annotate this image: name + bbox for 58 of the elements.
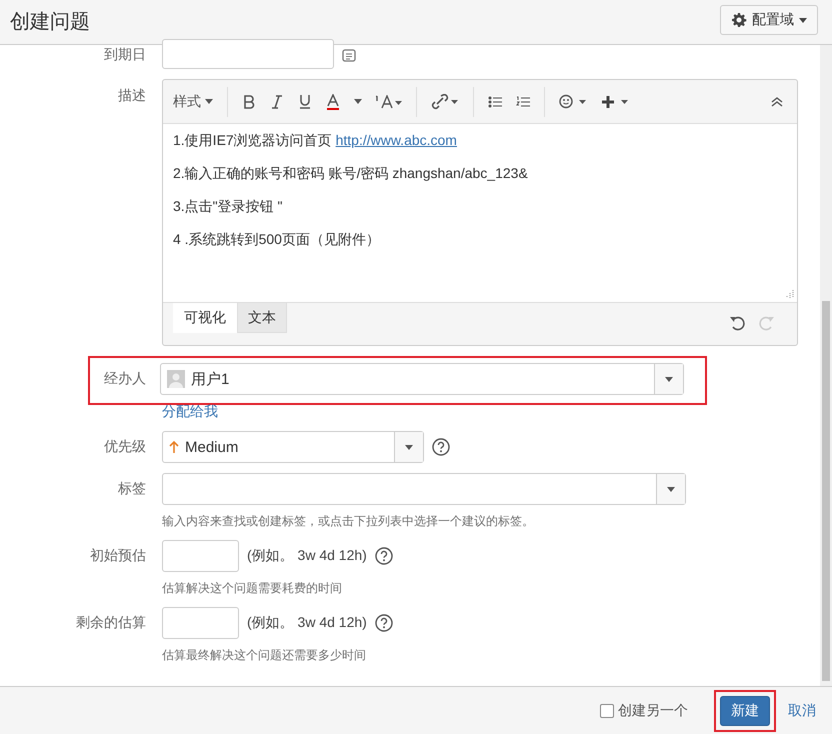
caret-icon: [405, 444, 413, 450]
priority-select[interactable]: Medium: [162, 431, 424, 463]
font-size-icon[interactable]: [376, 94, 402, 108]
assign-to-me-link[interactable]: 分配给我: [162, 403, 218, 421]
field-hint: 估算最终解决这个问题还需要多少时间: [162, 647, 367, 664]
caret-icon: [799, 18, 807, 22]
help-icon[interactable]: [374, 547, 393, 565]
due-date-field[interactable]: [162, 39, 334, 69]
link-icon[interactable]: [431, 94, 459, 110]
create-button[interactable]: 新建: [720, 696, 770, 726]
editor-mode-tab[interactable]: 文本: [237, 303, 287, 333]
scrollbar[interactable]: [820, 45, 832, 686]
field-label: 描述: [117, 86, 146, 105]
format-example: (例如。 3w 4d 12h): [247, 614, 367, 632]
underline-icon[interactable]: [298, 94, 312, 109]
url-link[interactable]: http://www.abc.com: [336, 132, 457, 148]
help-icon[interactable]: [374, 614, 393, 632]
caret-icon: [667, 486, 675, 492]
collapse-toolbar-icon[interactable]: [771, 96, 783, 106]
field-label: 到期日: [103, 46, 146, 64]
caret-icon: [665, 376, 673, 382]
field-label: 经办人: [103, 370, 146, 388]
description-line: 3.点击"登录按钮 ": [173, 198, 284, 216]
italic-icon[interactable]: [270, 94, 284, 108]
resize-grip-icon[interactable]: [784, 289, 794, 299]
gear-icon: [731, 12, 747, 28]
field-label: 剩余的估算: [75, 613, 146, 632]
calendar-icon[interactable]: [342, 48, 356, 62]
avatar-icon: [167, 370, 185, 388]
dialog-title: 创建问题: [10, 10, 90, 35]
arrow-up-icon: [169, 440, 179, 454]
style-dropdown[interactable]: 样式: [173, 92, 213, 110]
numbered-list-icon[interactable]: [516, 96, 530, 108]
description-line: 2.输入正确的账号和密码 账号/密码 zhangshan/abc_123&: [173, 165, 529, 183]
bullet-list-icon[interactable]: [488, 96, 502, 108]
field-label: 标签: [117, 479, 146, 498]
insert-more-icon[interactable]: [601, 94, 629, 108]
description-line: 4 .系统跳转到500页面（见附件）: [173, 231, 381, 249]
format-example: (例如。 3w 4d 12h): [247, 547, 367, 565]
editor-mode-tab[interactable]: 可视化: [173, 303, 237, 333]
configure-fields-button[interactable]: 配置域: [720, 5, 818, 35]
emoticon-icon[interactable]: [559, 94, 587, 109]
field-label: 初始预估: [89, 546, 146, 565]
undo-icon[interactable]: [729, 315, 745, 331]
estimate-field[interactable]: [162, 607, 239, 639]
bold-icon[interactable]: [242, 94, 256, 108]
assignee-select[interactable]: 用户1: [160, 363, 684, 395]
caret-icon[interactable]: [354, 99, 362, 104]
text-color-icon[interactable]: [326, 94, 340, 110]
help-icon[interactable]: [432, 438, 450, 456]
create-another-checkbox[interactable]: 创建另一个: [600, 702, 688, 720]
field-hint: 输入内容来查找或创建标签，或点击下拉列表中选择一个建议的标签。: [162, 513, 535, 530]
field-hint: 估算解决这个问题需要耗费的时间: [162, 580, 343, 597]
description-line: 1.使用IE7浏览器访问首页 http://www.abc.com: [173, 132, 458, 150]
editor-content[interactable]: 1.使用IE7浏览器访问首页 http://www.abc.com 2.输入正确的账号和密码 账号/密码 zhangshan/abc_123& 3.点击"登录按钮 " 4 .系统跳转到500页面（见附件）: [163, 124, 797, 303]
field-label: 优先级: [103, 438, 146, 456]
estimate-field[interactable]: [162, 540, 239, 572]
cancel-link[interactable]: 取消: [788, 702, 816, 720]
